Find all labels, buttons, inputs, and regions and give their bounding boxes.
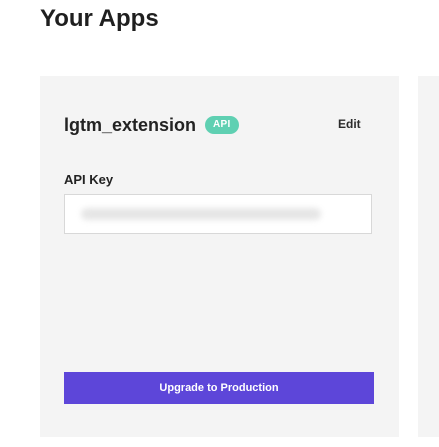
next-app-card-edge	[418, 76, 439, 437]
app-header: lgtm_extension API	[64, 114, 239, 136]
api-key-field[interactable]	[64, 194, 372, 234]
page-title: Your Apps	[40, 5, 159, 32]
edit-link[interactable]: Edit	[338, 117, 361, 131]
upgrade-to-production-button[interactable]: Upgrade to Production	[64, 372, 374, 404]
app-card: lgtm_extension API Edit API Key Upgrade …	[40, 76, 399, 437]
api-key-label: API Key	[64, 172, 114, 187]
app-name: lgtm_extension	[64, 115, 197, 135]
api-key-value-redacted	[81, 208, 321, 220]
api-badge: API	[205, 116, 239, 134]
